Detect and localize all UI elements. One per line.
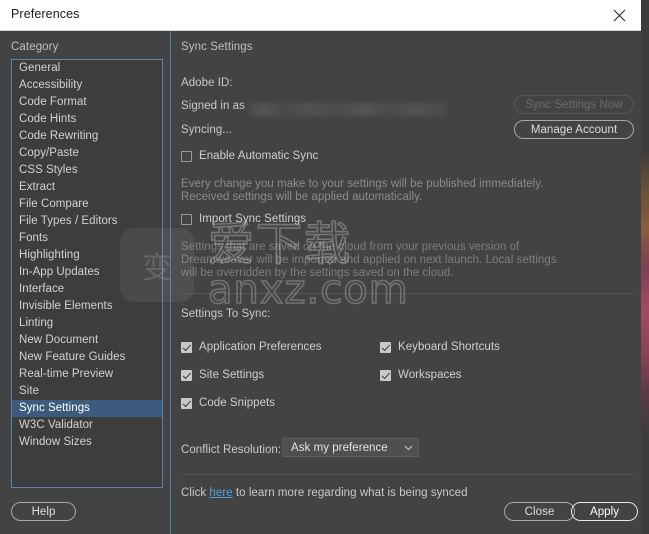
category-listbox[interactable]: General Accessibility Code Format Code H… bbox=[11, 59, 163, 488]
close-button[interactable]: Close bbox=[504, 502, 575, 521]
sidebar-item-new-document[interactable]: New Document bbox=[12, 332, 162, 349]
dialog-body: Category Sync Settings General Accessibi… bbox=[0, 31, 641, 534]
checkbox-checked-icon bbox=[181, 369, 192, 381]
titlebar: Preferences bbox=[0, 0, 641, 31]
checkbox-checked-icon bbox=[181, 397, 192, 409]
auto-sync-help-line-2: Received settings will be applied automa… bbox=[181, 191, 423, 203]
sidebar-item-copy-paste[interactable]: Copy/Paste bbox=[12, 145, 162, 162]
divider-above-settings-to-sync bbox=[181, 293, 633, 294]
sidebar-item-file-compare[interactable]: File Compare bbox=[12, 196, 162, 213]
sidebar-item-code-hints[interactable]: Code Hints bbox=[12, 111, 162, 128]
conflict-resolution-value: Ask my preference bbox=[291, 441, 388, 454]
sync-settings-now-button[interactable]: Sync Settings Now bbox=[514, 95, 634, 114]
enable-automatic-sync-checkbox[interactable]: Enable Automatic Sync bbox=[181, 150, 318, 162]
checkbox-label: Workspaces bbox=[398, 369, 462, 381]
checkbox-checked-icon bbox=[380, 369, 391, 381]
sync-settings-pane: Adobe ID: Signed in as Syncing... Sync S… bbox=[171, 59, 641, 499]
signed-in-account-redacted bbox=[181, 100, 461, 116]
sidebar-item-linting[interactable]: Linting bbox=[12, 315, 162, 332]
sidebar-item-extract[interactable]: Extract bbox=[12, 179, 162, 196]
sidebar-item-general[interactable]: General bbox=[12, 60, 162, 77]
import-sync-settings-label: Import Sync Settings bbox=[199, 213, 307, 225]
checkbox-label: Code Snippets bbox=[199, 397, 276, 409]
checkbox-checked-icon bbox=[181, 341, 192, 353]
import-help-line-1: Settings that are saved on the cloud fro… bbox=[181, 241, 520, 253]
window-title: Preferences bbox=[11, 7, 80, 21]
adobe-id-label: Adobe ID: bbox=[181, 77, 233, 89]
sidebar-item-real-time-preview[interactable]: Real-time Preview bbox=[12, 366, 162, 383]
conflict-resolution-label: Conflict Resolution: bbox=[181, 444, 282, 456]
sidebar-item-fonts[interactable]: Fonts bbox=[12, 230, 162, 247]
sidebar-item-accessibility[interactable]: Accessibility bbox=[12, 77, 162, 94]
sidebar-item-window-sizes[interactable]: Window Sizes bbox=[12, 434, 162, 451]
divider-above-learn-more bbox=[181, 474, 633, 475]
import-help-line-3: will be overridden by the settings saved… bbox=[181, 267, 454, 279]
sidebar-item-in-app-updates[interactable]: In-App Updates bbox=[12, 264, 162, 281]
checkbox-checked-icon bbox=[380, 341, 391, 353]
sidebar-item-w3c-validator[interactable]: W3C Validator bbox=[12, 417, 162, 434]
enable-automatic-sync-label: Enable Automatic Sync bbox=[199, 150, 319, 162]
settings-to-sync-label: Settings To Sync: bbox=[181, 308, 271, 320]
checkbox-box-icon bbox=[181, 213, 192, 225]
import-help-line-2: Dreamweaver will be imported and applied… bbox=[181, 254, 557, 266]
checkbox-site-settings[interactable]: Site Settings bbox=[181, 369, 264, 381]
sidebar-item-sync-settings[interactable]: Sync Settings bbox=[12, 400, 162, 417]
preferences-dialog: Preferences Category Sync Settings Gener… bbox=[0, 0, 649, 534]
manage-account-button[interactable]: Manage Account bbox=[514, 120, 634, 139]
auto-sync-help-line-1: Every change you make to your settings w… bbox=[181, 178, 544, 190]
sidebar-item-new-feature-guides[interactable]: New Feature Guides bbox=[12, 349, 162, 366]
checkbox-box-icon bbox=[181, 150, 192, 162]
dialog-footer: Help Close Apply bbox=[0, 488, 641, 534]
sidebar-item-highlighting[interactable]: Highlighting bbox=[12, 247, 162, 264]
checkbox-code-snippets[interactable]: Code Snippets bbox=[181, 397, 275, 409]
sidebar-item-file-types-editors[interactable]: File Types / Editors bbox=[12, 213, 162, 230]
category-column-label: Category bbox=[11, 41, 59, 53]
apply-button[interactable]: Apply bbox=[571, 502, 638, 521]
chevron-down-icon bbox=[398, 445, 418, 451]
background-app-strip bbox=[640, 0, 649, 534]
syncing-status: Syncing... bbox=[181, 124, 232, 136]
sidebar-item-site[interactable]: Site bbox=[12, 383, 162, 400]
import-sync-settings-checkbox[interactable]: Import Sync Settings bbox=[181, 213, 306, 225]
sidebar-item-interface[interactable]: Interface bbox=[12, 281, 162, 298]
sidebar-item-code-rewriting[interactable]: Code Rewriting bbox=[12, 128, 162, 145]
checkbox-workspaces[interactable]: Workspaces bbox=[380, 369, 462, 381]
checkbox-label: Keyboard Shortcuts bbox=[398, 341, 500, 353]
checkbox-label: Application Preferences bbox=[199, 341, 322, 353]
sidebar-item-css-styles[interactable]: CSS Styles bbox=[12, 162, 162, 179]
close-window-button[interactable] bbox=[597, 0, 641, 30]
sidebar-item-invisible-elements[interactable]: Invisible Elements bbox=[12, 298, 162, 315]
checkbox-application-preferences[interactable]: Application Preferences bbox=[181, 341, 322, 353]
close-icon bbox=[613, 9, 626, 22]
sidebar-item-code-format[interactable]: Code Format bbox=[12, 94, 162, 111]
help-button[interactable]: Help bbox=[11, 502, 76, 521]
checkbox-keyboard-shortcuts[interactable]: Keyboard Shortcuts bbox=[380, 341, 500, 353]
checkbox-label: Site Settings bbox=[199, 369, 265, 381]
conflict-resolution-select[interactable]: Ask my preference bbox=[282, 438, 419, 457]
pane-title: Sync Settings bbox=[181, 41, 253, 53]
